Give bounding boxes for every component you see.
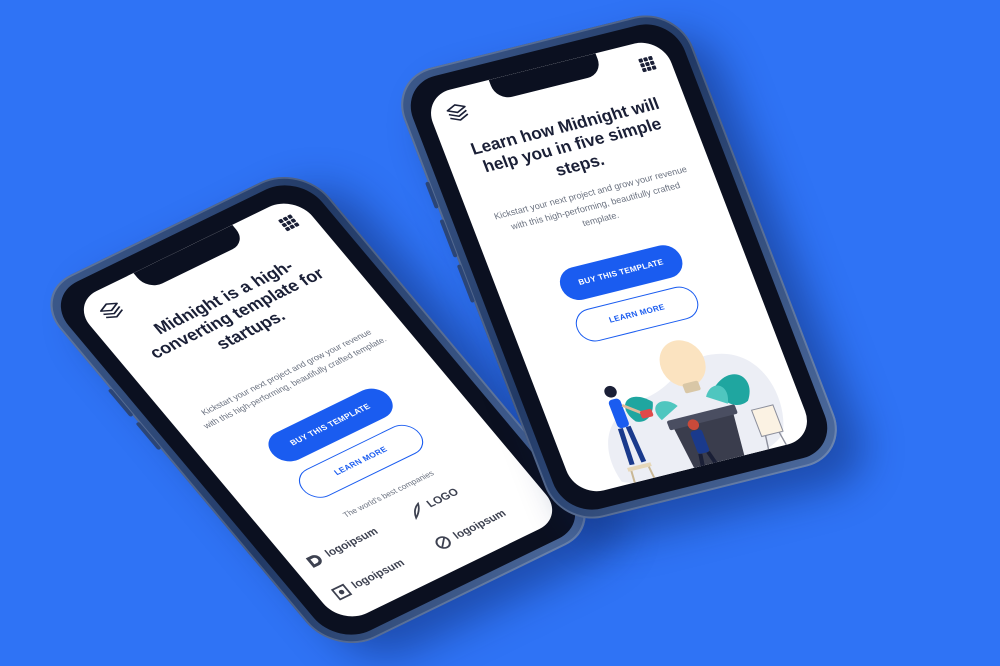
logo-circle-icon [435,536,451,549]
logo-d-icon [305,555,322,568]
company-logo-label: LOGO [424,486,462,511]
logo-dots-icon [359,617,377,626]
company-logo-label: logoipsum [322,525,381,560]
grid-menu-icon[interactable] [277,214,300,232]
logo-box-icon [330,583,353,601]
phone-side-button [424,181,439,209]
layers-icon[interactable] [95,298,128,323]
company-logo-label: logoipsum [349,557,408,592]
layers-icon[interactable] [443,100,472,124]
grid-menu-icon[interactable] [638,55,657,73]
logo-feather-icon [414,501,420,520]
company-logo-label: logoipsum [375,588,434,623]
company-logo-label: logoipsum [450,507,509,542]
